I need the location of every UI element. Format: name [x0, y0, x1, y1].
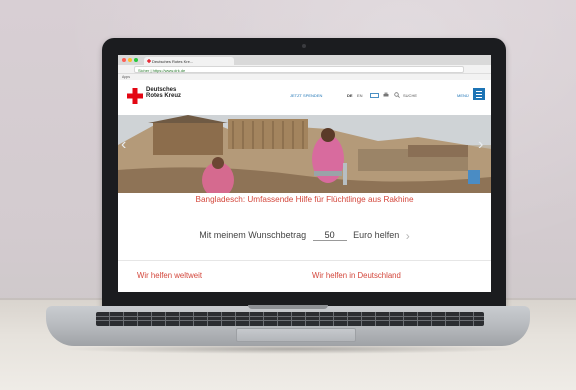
tab-title: Deutsches Rotes Kre...: [152, 59, 194, 64]
browser-tabbar: Deutsches Rotes Kre...: [118, 55, 491, 65]
keyboard-row-line: [96, 320, 484, 321]
bookmark-apps[interactable]: Apps: [122, 75, 130, 79]
accessibility-icon[interactable]: [370, 93, 379, 98]
lang-en-link[interactable]: EN: [357, 93, 363, 98]
red-cross-icon[interactable]: [127, 88, 143, 104]
chevron-right-icon[interactable]: ›: [478, 136, 483, 154]
print-icon[interactable]: [383, 92, 389, 98]
menu-label[interactable]: MENÜ: [457, 93, 469, 98]
close-window-icon[interactable]: [122, 58, 126, 62]
chevron-left-icon[interactable]: ‹: [121, 136, 126, 154]
donation-amount-input[interactable]: 50: [312, 230, 347, 242]
donation-widget: Mit meinem Wunschbetrag 50 Euro helfen ›: [118, 229, 491, 243]
refugee-camp-photo: [118, 115, 491, 193]
donate-submit-chevron-icon[interactable]: ›: [406, 229, 410, 243]
keyboard-row-line: [96, 316, 484, 317]
browser-toolbar: Sicher | https://www.drk.de: [118, 65, 491, 74]
link-help-germany[interactable]: Wir helfen in Deutschland: [312, 271, 401, 280]
minimize-window-icon[interactable]: [128, 58, 132, 62]
laptop-hinge: [248, 305, 328, 309]
lang-de-link[interactable]: DE: [347, 93, 353, 98]
laptop-screen: Deutsches Rotes Kre... Sicher | https://…: [118, 55, 491, 292]
donation-prefix: Mit meinem Wunschbetrag: [199, 230, 307, 241]
link-help-worldwide[interactable]: Wir helfen weltweit: [137, 271, 202, 280]
search-icon[interactable]: [394, 92, 400, 98]
maximize-window-icon[interactable]: [134, 58, 138, 62]
donate-now-link[interactable]: JETZT SPENDEN: [290, 93, 322, 98]
divider: [118, 260, 491, 261]
window-controls[interactable]: [122, 58, 138, 62]
trackpad: [236, 328, 356, 342]
donation-suffix: Euro helfen: [353, 230, 400, 241]
browser-tab[interactable]: Deutsches Rotes Kre...: [144, 57, 234, 65]
hero-photo: [118, 115, 491, 193]
webcam: [302, 44, 306, 48]
hero-headline[interactable]: Bangladesch: Umfassende Hilfe für Flücht…: [118, 195, 491, 204]
search-link[interactable]: SUCHE: [403, 93, 417, 98]
tab-favicon-icon: [147, 59, 151, 63]
keyboard: [96, 312, 484, 326]
menu-icon[interactable]: [473, 88, 485, 100]
site-logo-text[interactable]: Deutsches Rotes Kreuz: [146, 87, 186, 99]
address-bar[interactable]: Sicher | https://www.drk.de: [134, 66, 464, 73]
